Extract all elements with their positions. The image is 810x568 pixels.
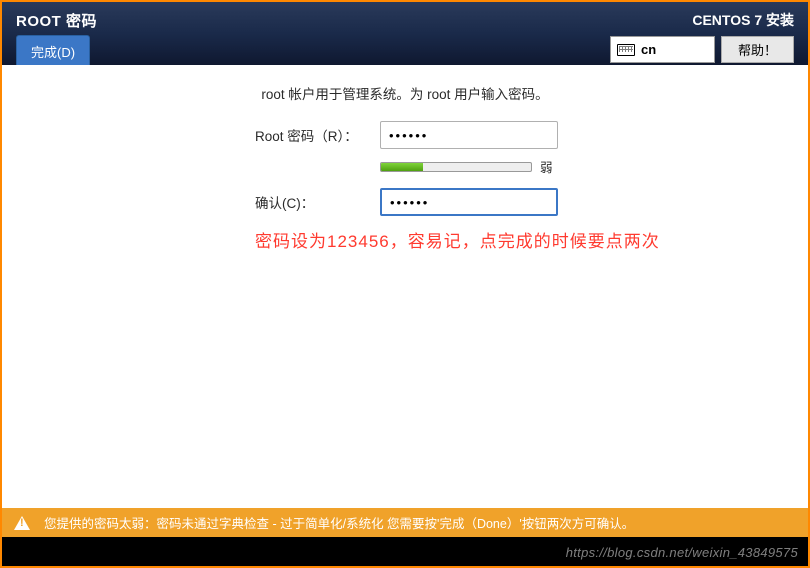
header-bar: ROOT 密码 完成(D) CENTOS 7 安装 cn 帮助！ [2, 2, 808, 65]
help-button[interactable]: 帮助！ [721, 36, 794, 63]
instruction-text: root 帐户用于管理系统。为 root 用户输入密码。 [2, 83, 808, 103]
header-right: CENTOS 7 安装 cn 帮助！ [610, 10, 794, 63]
warning-icon [14, 516, 30, 530]
content-area: root 帐户用于管理系统。为 root 用户输入密码。 Root 密码（R）：… [2, 65, 808, 537]
confirm-password-label: 确认(C)： [255, 192, 380, 212]
done-button[interactable]: 完成(D) [16, 35, 90, 68]
confirm-password-row: 确认(C)： [2, 188, 808, 216]
keyboard-layout-indicator[interactable]: cn [610, 36, 715, 63]
confirm-password-input[interactable] [380, 188, 558, 216]
keyboard-layout-text: cn [641, 42, 656, 57]
page-title: ROOT 密码 [16, 10, 97, 31]
annotation-text: 密码设为123456，容易记，点完成的时候要点两次 [255, 227, 660, 252]
installer-title: CENTOS 7 安装 [692, 10, 794, 30]
root-password-input[interactable] [380, 121, 558, 149]
root-password-row: Root 密码（R）： [2, 121, 808, 149]
warning-bar: 您提供的密码太弱：密码未通过字典检查 - 过于简单化/系统化 您需要按'完成（D… [2, 508, 808, 537]
header-left: ROOT 密码 完成(D) [16, 10, 97, 68]
password-strength-fill [381, 163, 423, 171]
watermark: https://blog.csdn.net/weixin_43849575 [566, 545, 798, 560]
root-password-label: Root 密码（R）： [255, 125, 380, 145]
password-strength-bar [380, 162, 532, 172]
password-strength-text: 弱 [540, 157, 553, 176]
password-strength-row: 弱 [2, 157, 808, 176]
header-controls: cn 帮助！ [610, 36, 794, 63]
warning-text: 您提供的密码太弱：密码未通过字典检查 - 过于简单化/系统化 您需要按'完成（D… [44, 513, 634, 532]
keyboard-icon [617, 44, 635, 56]
